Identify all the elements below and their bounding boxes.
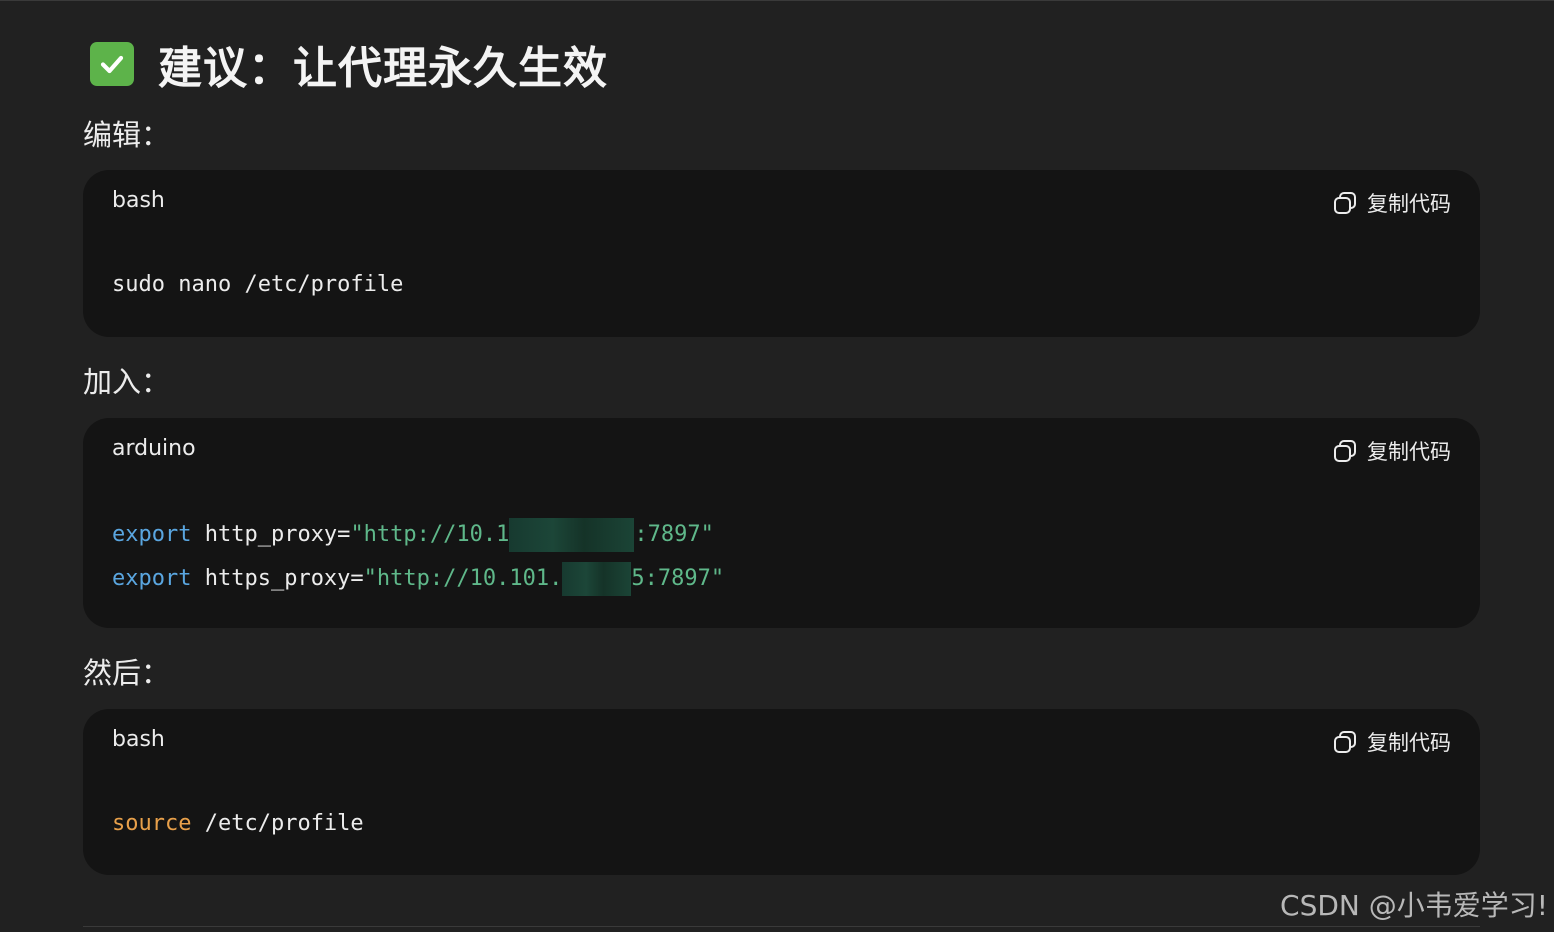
code-line: export https_proxy="http://10.101. 5:7897… — [112, 562, 724, 596]
copy-code-button[interactable]: 复制代码 — [1332, 727, 1451, 757]
code-text: sudo nano /etc/profile — [112, 272, 404, 297]
top-divider — [0, 0, 1554, 1]
add-label: 加入： — [83, 365, 171, 399]
bottom-divider — [83, 926, 1480, 927]
code-string: "http://10.101. — [363, 566, 563, 591]
code-language-label: bash — [112, 727, 165, 752]
edit-label: 编辑： — [83, 118, 171, 152]
copy-code-label: 复制代码 — [1367, 440, 1451, 464]
code-keyword: source — [112, 811, 192, 836]
code-block-add: arduino 复制代码 export http_proxy="http://1… — [83, 418, 1480, 628]
copy-code-label: 复制代码 — [1367, 192, 1451, 216]
then-label: 然后： — [83, 656, 171, 690]
redacted-region — [509, 518, 635, 552]
code-text: https_proxy= — [191, 566, 364, 591]
code-block-edit: bash 复制代码 sudo nano /etc/profile — [83, 170, 1480, 337]
code-keyword: export — [112, 566, 192, 591]
copy-icon — [1332, 438, 1358, 464]
heading-text: 建议：让代理永久生效 — [158, 43, 608, 94]
code-line: sudo nano /etc/profile — [112, 272, 403, 297]
watermark: CSDN @小韦爱学习! — [1280, 889, 1548, 922]
code-block-then: bash 复制代码 source /etc/profile — [83, 709, 1480, 875]
copy-code-button[interactable]: 复制代码 — [1332, 436, 1451, 466]
code-line: export http_proxy="http://10.1 :7897" — [112, 518, 714, 552]
code-string: "http://10.1 — [350, 522, 510, 547]
code-text: /etc/profile — [191, 811, 364, 836]
code-language-label: bash — [112, 188, 165, 213]
code-text: http_proxy= — [191, 522, 351, 547]
code-string: :7897" — [634, 522, 714, 547]
copy-icon — [1332, 190, 1358, 216]
copy-code-label: 复制代码 — [1367, 731, 1451, 755]
copy-icon — [1332, 729, 1358, 755]
code-line: source /etc/profile — [112, 811, 364, 836]
code-language-label: arduino — [112, 436, 196, 461]
section-heading: 建议：让代理永久生效 — [90, 36, 608, 94]
check-mark-button-icon — [90, 42, 134, 86]
redacted-region — [562, 562, 632, 596]
copy-code-button[interactable]: 复制代码 — [1332, 188, 1451, 218]
code-string: 5:7897" — [631, 566, 725, 591]
code-keyword: export — [112, 522, 192, 547]
